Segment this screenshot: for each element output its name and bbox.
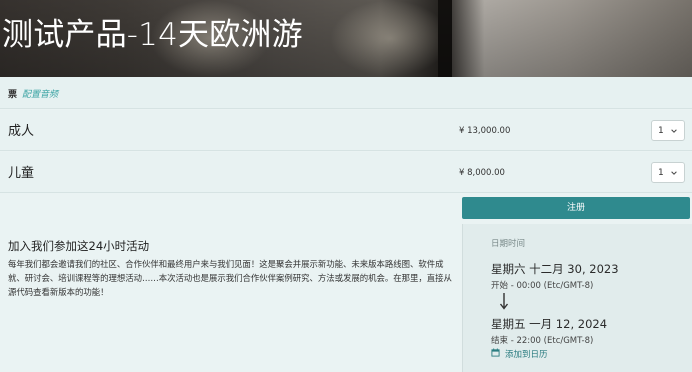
- arrow-down-icon: [499, 293, 509, 310]
- event-title: 测试产品-14天欧洲游: [2, 17, 303, 53]
- quantity-value: 1: [658, 168, 664, 178]
- quantity-select[interactable]: 1: [651, 162, 685, 183]
- schedule-panel: 日期时间 星期六 十二月 30, 2023 开始 - 00:00 (Etc/GM…: [462, 224, 692, 372]
- tickets-header: 票 配置音频: [0, 77, 692, 109]
- schedule-label: 日期时间: [491, 239, 526, 249]
- chevron-down-icon: [671, 171, 677, 175]
- ticket-row-adult: 成人 ¥ 13,000.00 1: [0, 110, 692, 151]
- quantity-value: 1: [658, 126, 664, 136]
- quantity-select[interactable]: 1: [651, 120, 685, 141]
- end-date: 星期五 一月 12, 2024: [491, 317, 608, 331]
- configure-link[interactable]: 配置音频: [22, 87, 58, 100]
- ticket-price: ¥ 13,000.00: [459, 126, 511, 136]
- ticket-name: 成人: [8, 124, 35, 139]
- register-button[interactable]: 注册: [462, 197, 690, 219]
- calendar-icon: [491, 348, 500, 357]
- chevron-down-icon: [671, 129, 677, 133]
- about-description: 每年我们都会邀请我们的社区、合作伙伴和最终用户来与我们见面！这是聚会并展示新功能…: [8, 259, 452, 297]
- start-date: 星期六 十二月 30, 2023: [491, 262, 619, 276]
- ticket-row-child: 儿童 ¥ 8,000.00 1: [0, 152, 692, 193]
- add-to-calendar-link[interactable]: 添加到日历: [505, 348, 548, 360]
- ticket-name: 儿童: [8, 166, 35, 181]
- tickets-label: 票: [8, 90, 18, 100]
- event-banner: 测试产品-14天欧洲游: [0, 0, 692, 77]
- ticket-price: ¥ 8,000.00: [459, 168, 505, 178]
- about-title: 加入我们参加这24小时活动: [8, 239, 150, 253]
- end-time: 结束 - 22:00 (Etc/GMT-8): [491, 336, 594, 346]
- start-time: 开始 - 00:00 (Etc/GMT-8): [491, 281, 594, 291]
